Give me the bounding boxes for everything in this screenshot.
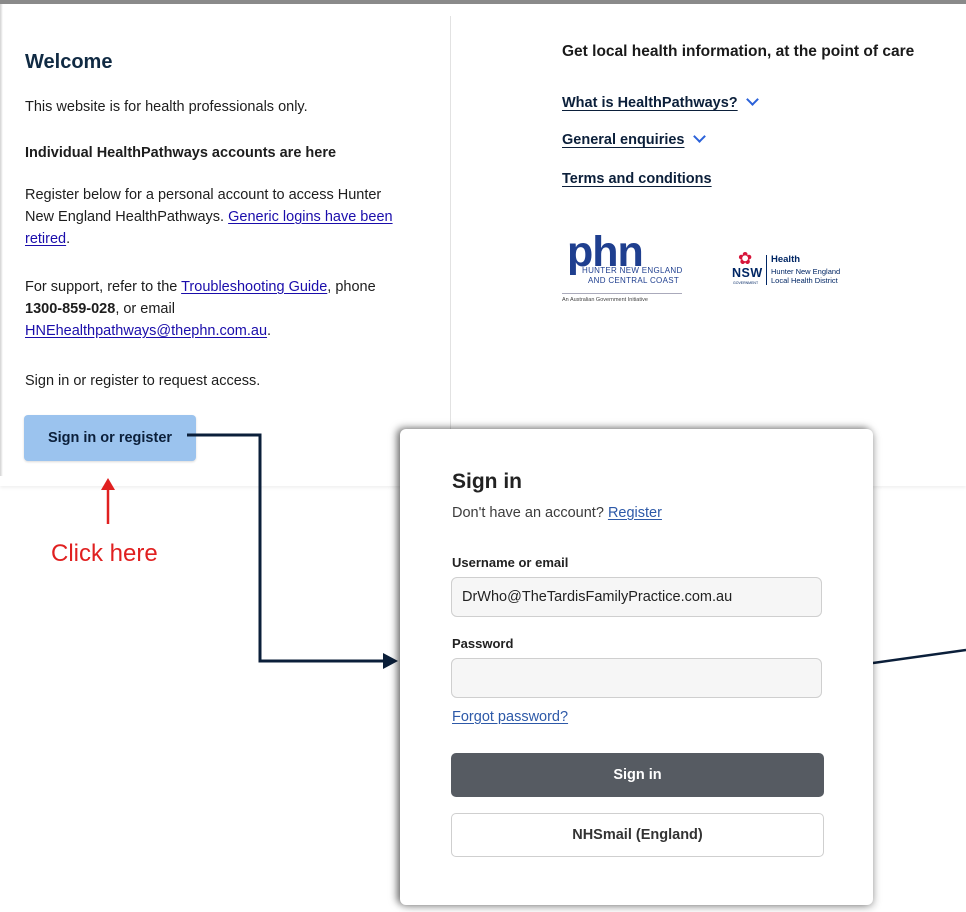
sign-in-title: Sign in <box>452 470 522 493</box>
click-here-label: Click here <box>51 540 158 567</box>
sign-in-prompt: Sign in or register to request access. <box>25 373 261 389</box>
column-divider <box>450 16 451 486</box>
nsw-logo-separator <box>766 255 767 285</box>
register-link[interactable]: Register <box>608 505 662 521</box>
accounts-heading: Individual HealthPathways accounts are h… <box>25 145 337 161</box>
period: . <box>267 323 272 339</box>
troubleshooting-guide-link[interactable]: Troubleshooting Guide <box>181 279 327 295</box>
nsw-district-text: Hunter New England Local Health District <box>771 267 840 285</box>
arrow-up-icon <box>101 478 115 524</box>
support-email-link[interactable]: HNEhealthpathways@thephn.com.au <box>25 323 267 339</box>
support-text-1: For support, refer to the <box>25 279 178 295</box>
register-paragraph: Register below for a personal account to… <box>25 184 405 250</box>
phn-logo-line1: HUNTER NEW ENGLAND <box>582 266 683 275</box>
no-account-text: Don't have an account? Register <box>452 505 662 521</box>
phn-logo-rule <box>562 293 682 294</box>
nsw-wordmark: NSW <box>732 266 763 280</box>
password-label: Password <box>452 636 514 651</box>
support-phone: 1300-859-028 <box>25 301 116 317</box>
nsw-district-line2: Local Health District <box>771 276 838 285</box>
nsw-health-logo: ✿ NSW GOVERNMENT Health Hunter New Engla… <box>732 250 882 292</box>
what-is-healthpathways-label: What is HealthPathways? <box>562 95 738 111</box>
general-enquiries-link[interactable]: General enquiries <box>562 130 706 148</box>
period: . <box>66 231 71 247</box>
support-text-3: , or email <box>115 301 175 317</box>
welcome-title: Welcome <box>25 51 113 73</box>
phn-logo-initiative: An Australian Government Initiative <box>562 297 648 303</box>
support-text-2: , phone <box>327 279 376 295</box>
username-input[interactable] <box>451 577 822 617</box>
support-paragraph: For support, refer to the Troubleshootin… <box>25 276 405 342</box>
general-enquiries-label: General enquiries <box>562 132 685 148</box>
password-input[interactable] <box>451 658 822 698</box>
no-account-label: Don't have an account? <box>452 505 604 521</box>
sign-in-button[interactable]: Sign in <box>451 753 824 797</box>
username-label: Username or email <box>452 555 569 570</box>
sign-in-card: Sign in Don't have an account? Register … <box>400 429 873 905</box>
terms-and-conditions-link[interactable]: Terms and conditions <box>562 171 712 187</box>
chevron-down-icon <box>745 93 759 106</box>
welcome-panel: Welcome This website is for health profe… <box>0 0 966 486</box>
panel-edge-shadow <box>0 4 3 476</box>
chevron-down-icon <box>692 130 706 143</box>
nsw-district-line1: Hunter New England <box>771 267 841 276</box>
nsw-health-text: Health <box>771 254 801 265</box>
sign-in-or-register-button[interactable]: Sign in or register <box>24 415 196 461</box>
what-is-healthpathways-link[interactable]: What is HealthPathways? <box>562 93 759 111</box>
forgot-password-link[interactable]: Forgot password? <box>452 709 568 725</box>
nhsmail-button[interactable]: NHSmail (England) <box>451 813 824 857</box>
info-title: Get local health information, at the poi… <box>562 43 915 60</box>
nsw-government-text: GOVERNMENT <box>733 281 759 285</box>
phn-logo: phn HUNTER NEW ENGLAND AND CENTRAL COAST… <box>562 230 692 310</box>
intro-text: This website is for health professionals… <box>25 99 308 115</box>
phn-logo-line2: AND CENTRAL COAST <box>588 276 680 285</box>
